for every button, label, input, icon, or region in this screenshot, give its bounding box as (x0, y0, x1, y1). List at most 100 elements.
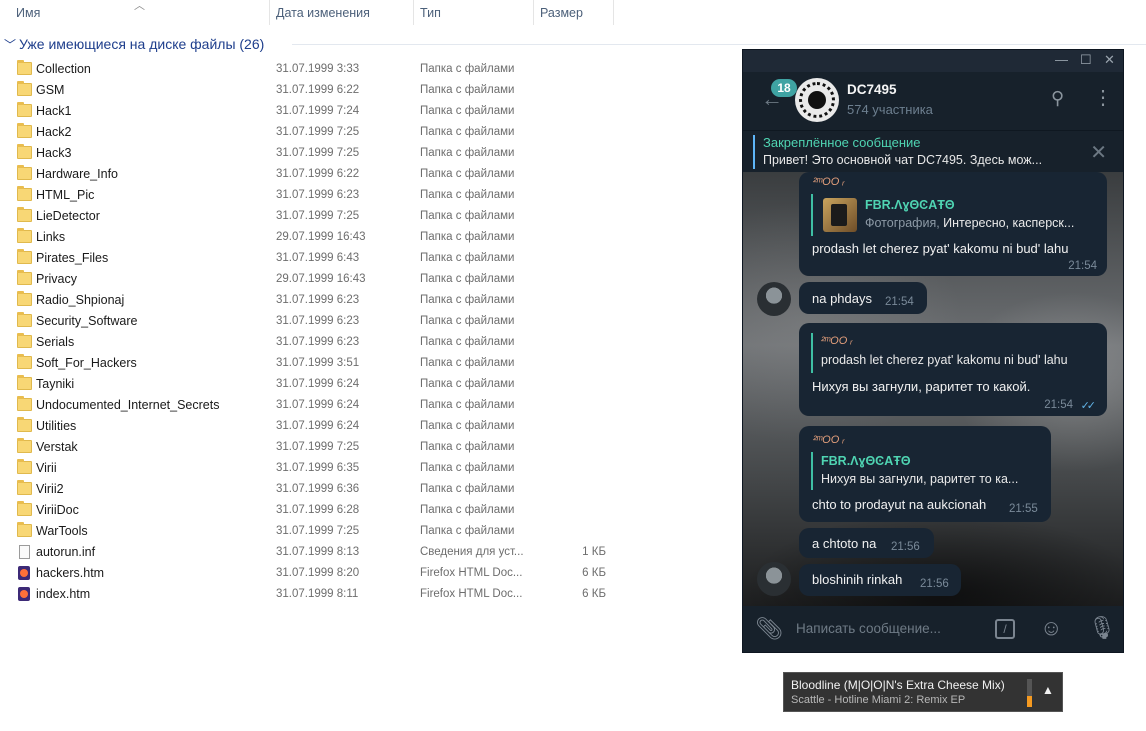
message-text: a chtoto na (812, 536, 877, 551)
file-row[interactable]: Tayniki 31.07.1999 6:24 Папка с файлами (0, 374, 740, 395)
file-date: 31.07.1999 3:51 (276, 357, 360, 369)
photo-thumbnail[interactable] (823, 198, 857, 232)
chat-title[interactable]: DC7495 (847, 82, 897, 97)
file-row[interactable]: GSM 31.07.1999 6:22 Папка с файлами (0, 80, 740, 101)
file-name[interactable]: WarTools (36, 524, 88, 538)
column-divider[interactable] (613, 0, 614, 25)
file-name[interactable]: HTML_Pic (36, 188, 94, 202)
file-row[interactable]: Hardware_Info 31.07.1999 6:22 Папка с файл… (0, 164, 740, 185)
file-name[interactable]: index.htm (36, 587, 90, 601)
more-vertical-icon[interactable]: ⋮ (1093, 85, 1113, 110)
file-row[interactable]: WarTools 31.07.1999 7:25 Папка с файлами (0, 521, 740, 542)
file-name[interactable]: Serials (36, 335, 74, 349)
paperclip-icon[interactable]: 📎︎ (755, 616, 783, 642)
file-name[interactable]: Pirates_Files (36, 251, 108, 265)
file-group-header[interactable]: ﹀ Уже имеющиеся на диске файлы (26) (4, 34, 264, 54)
file-name[interactable]: Tayniki (36, 377, 74, 391)
file-row[interactable]: Hack1 31.07.1999 7:24 Папка с файлами (0, 101, 740, 122)
message-reply-preview[interactable]: ²ᵐOO ᵣ prodash let cherez pyat' kakomu n… (811, 333, 1103, 373)
file-name[interactable]: Privacy (36, 272, 77, 286)
folder-icon (17, 144, 32, 159)
user-avatar[interactable] (757, 562, 791, 596)
emoji-icon[interactable]: ☺ (1040, 615, 1062, 641)
message-list[interactable]: ²ᵐOO ᵣ FBR.ΛɣΘϾΑŦΘ Фотография, Интересно… (743, 172, 1123, 606)
column-header-type[interactable]: Тип (420, 6, 441, 20)
column-divider[interactable] (269, 0, 270, 25)
message-input[interactable]: Написать сообщение... (796, 621, 941, 636)
search-icon[interactable]: ⚲ (1051, 88, 1064, 109)
file-row[interactable]: Hack2 31.07.1999 7:25 Папка с файлами (0, 122, 740, 143)
file-name[interactable]: Hack1 (36, 104, 71, 118)
file-name[interactable]: Hack3 (36, 146, 71, 160)
media-notification[interactable]: Bloodline (M|O|O|N's Extra Cheese Mix) S… (783, 672, 1063, 712)
file-row[interactable]: Links 29.07.1999 16:43 Папка с файлами (0, 227, 740, 248)
file-row[interactable]: Radio_Shpionaj 31.07.1999 6:23 Папка с фай… (0, 290, 740, 311)
file-name[interactable]: Radio_Shpionaj (36, 293, 124, 307)
file-name[interactable]: GSM (36, 83, 64, 97)
column-header-size[interactable]: Размер (540, 6, 583, 20)
expand-up-icon[interactable]: ▲ (1042, 683, 1054, 697)
file-row[interactable]: hackers.htm 31.07.1999 8:20 Firefox HTML D… (0, 563, 740, 584)
pinned-message-bar[interactable]: Закреплённое сообщение Привет! Это основ… (743, 130, 1123, 173)
file-row[interactable]: index.htm 31.07.1999 8:11 Firefox HTML Doc… (0, 584, 740, 605)
file-name[interactable]: Soft_For_Hackers (36, 356, 137, 370)
file-row[interactable]: Undocumented_Internet_Secrets 31.07.1999 … (0, 395, 740, 416)
file-row[interactable]: Hack3 31.07.1999 7:25 Папка с файлами (0, 143, 740, 164)
minimize-icon[interactable]: — (1055, 52, 1068, 67)
file-row[interactable]: Collection 31.07.1999 3:33 Папка с файлами (0, 59, 740, 80)
file-name[interactable]: autorun.inf (36, 545, 95, 559)
file-row[interactable]: Pirates_Files 31.07.1999 6:43 Папка с файл… (0, 248, 740, 269)
file-row[interactable]: Serials 31.07.1999 6:23 Папка с файлами (0, 332, 740, 353)
chat-avatar[interactable] (795, 78, 839, 122)
message-reply-preview[interactable]: FBR.ΛɣΘϾΑŦΘ Фотография, Интересно, каспе… (811, 194, 1103, 236)
file-row[interactable]: Virii2 31.07.1999 6:36 Папка с файлами (0, 479, 740, 500)
folder-icon (17, 459, 32, 474)
message-reply-preview[interactable]: FBR.ΛɣΘϾΑŦΘ Нихуя вы загнули, раритет то… (811, 452, 1047, 490)
file-row[interactable]: Privacy 29.07.1999 16:43 Папка с файлами (0, 269, 740, 290)
column-divider[interactable] (413, 0, 414, 25)
file-row[interactable]: autorun.inf 31.07.1999 8:13 Сведения для у… (0, 542, 740, 563)
window-titlebar: — ☐ ✕ (743, 50, 1123, 72)
file-name[interactable]: Hardware_Info (36, 167, 118, 181)
message-bubble[interactable]: ²ᵐOO ᵣ FBR.ΛɣΘϾΑŦΘ Нихуя вы загнули, рар… (799, 426, 1051, 522)
file-name[interactable]: Virii (36, 461, 57, 475)
file-name[interactable]: Links (36, 230, 65, 244)
file-name[interactable]: Verstak (36, 440, 78, 454)
file-row[interactable]: LieDetector 31.07.1999 7:25 Папка с файлам… (0, 206, 740, 227)
bot-commands-icon[interactable]: / (995, 619, 1015, 639)
chat-member-count[interactable]: 574 участника (847, 102, 933, 117)
folder-icon (17, 186, 32, 201)
file-name[interactable]: LieDetector (36, 209, 100, 223)
maximize-icon[interactable]: ☐ (1080, 52, 1092, 68)
file-name[interactable]: Utilities (36, 419, 76, 433)
file-name[interactable]: Hack2 (36, 125, 71, 139)
message-bubble[interactable]: ²ᵐOO ᵣ FBR.ΛɣΘϾΑŦΘ Фотография, Интересно… (799, 172, 1107, 276)
close-pinned-icon[interactable]: ✕ (1090, 140, 1107, 165)
file-row[interactable]: Utilities 31.07.1999 6:24 Папка с файлами (0, 416, 740, 437)
column-header-date[interactable]: Дата изменения (276, 6, 370, 20)
chevron-down-icon[interactable]: ﹀ (4, 36, 18, 53)
file-row[interactable]: ViriiDoc 31.07.1999 6:28 Папка с файлами (0, 500, 740, 521)
column-divider[interactable] (533, 0, 534, 25)
file-row[interactable]: Security_Software 31.07.1999 6:23 Папка с … (0, 311, 740, 332)
folder-icon (17, 123, 32, 138)
message-bubble[interactable]: na phdays 21:54 (799, 282, 927, 314)
file-row[interactable]: Soft_For_Hackers 31.07.1999 3:51 Папка с ф… (0, 353, 740, 374)
file-name[interactable]: hackers.htm (36, 566, 104, 580)
close-icon[interactable]: ✕ (1104, 52, 1115, 68)
message-bubble[interactable]: bloshinih rinkah 21:56 (799, 564, 961, 596)
file-name[interactable]: Security_Software (36, 314, 137, 328)
reply-text: prodash let cherez pyat' kakomu ni bud' … (821, 353, 1068, 367)
message-bubble[interactable]: a chtoto na 21:56 (799, 528, 934, 558)
file-row[interactable]: Virii 31.07.1999 6:35 Папка с файлами (0, 458, 740, 479)
file-row[interactable]: Verstak 31.07.1999 7:25 Папка с файлами (0, 437, 740, 458)
message-bubble[interactable]: ²ᵐOO ᵣ prodash let cherez pyat' kakomu n… (799, 323, 1107, 416)
file-row[interactable]: HTML_Pic 31.07.1999 6:23 Папка с файлами (0, 185, 740, 206)
file-name[interactable]: ViriiDoc (36, 503, 79, 517)
file-name[interactable]: Undocumented_Internet_Secrets (36, 398, 219, 412)
file-name[interactable]: Virii2 (36, 482, 64, 496)
user-avatar[interactable] (757, 282, 791, 316)
column-header-name[interactable]: Имя (16, 6, 40, 20)
microphone-icon[interactable]: 🎙︎ (1088, 615, 1116, 641)
file-name[interactable]: Collection (36, 62, 91, 76)
